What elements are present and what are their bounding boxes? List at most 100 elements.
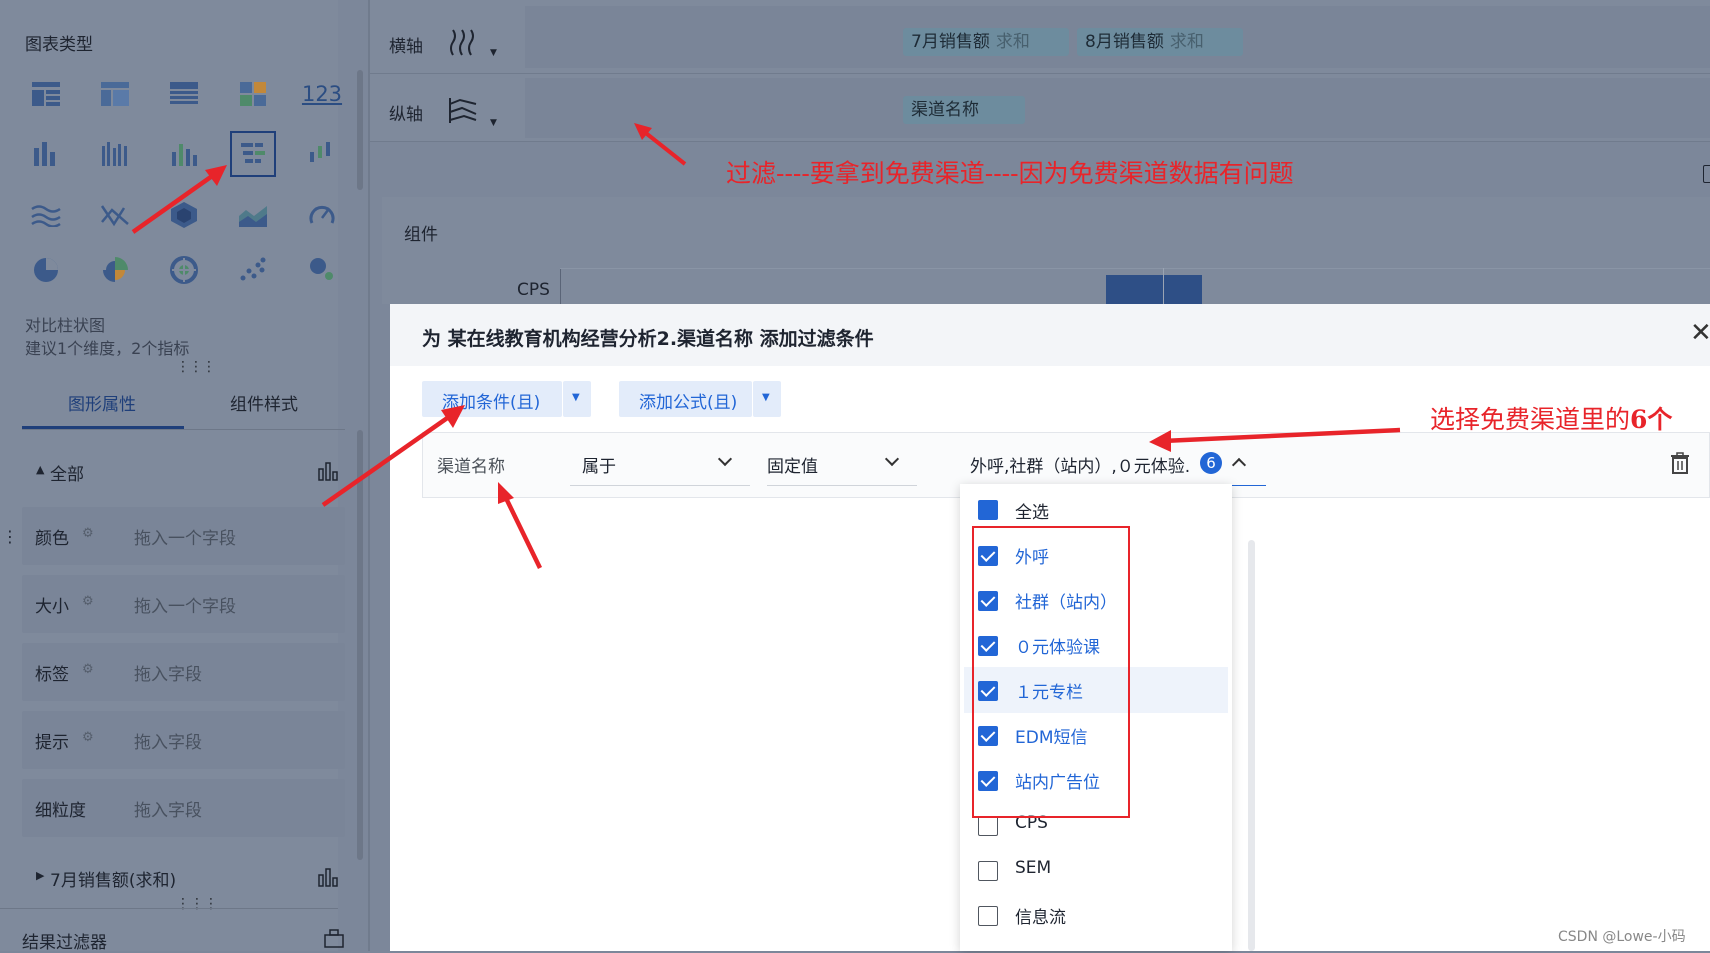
chevron-down-icon bbox=[884, 451, 900, 467]
value-type-select[interactable]: 固定值 bbox=[767, 442, 917, 486]
chart-name: 对比柱状图 bbox=[25, 316, 106, 335]
field-placeholder: 拖入字段 bbox=[134, 733, 202, 753]
chart-gridline bbox=[560, 268, 1710, 269]
caret-icon[interactable]: ▲ bbox=[36, 463, 44, 476]
x-axis-icon[interactable] bbox=[448, 28, 478, 63]
all-section-title[interactable]: 全部 bbox=[50, 460, 84, 485]
field-label-tag[interactable]: 标签 ⚙ 拖入字段 bbox=[22, 643, 345, 701]
chart-bar-august[interactable] bbox=[1164, 275, 1202, 304]
field-tooltip[interactable]: 提示 ⚙ 拖入字段 bbox=[22, 711, 345, 769]
option-label[interactable]: SEM bbox=[1015, 858, 1051, 878]
field-granularity[interactable]: 细粒度 拖入字段 bbox=[22, 779, 345, 837]
y-axis-icon[interactable] bbox=[448, 96, 478, 131]
range-bar-icon[interactable] bbox=[302, 134, 342, 174]
option-checkbox[interactable] bbox=[978, 906, 998, 926]
chevron-down-icon bbox=[717, 451, 733, 467]
left-panel: 图表类型 123 对比柱状图 建议1个维度，2个指标 ⋮⋮⋮ 图形属性 组件样式… bbox=[0, 0, 363, 953]
dropdown-scrollbar[interactable] bbox=[1248, 540, 1255, 951]
left-scrollbar[interactable] bbox=[357, 70, 363, 190]
annotation-arrow-chart-type bbox=[131, 165, 227, 234]
pill-name: 7月销售额 bbox=[911, 32, 990, 52]
watermark: CSDN @Lowe-小码 bbox=[1558, 929, 1686, 945]
cross-table-icon[interactable] bbox=[95, 74, 135, 114]
field-label: 大小 bbox=[35, 597, 69, 617]
rose-chart-icon[interactable] bbox=[95, 250, 135, 290]
left-dots[interactable]: ⋮ bbox=[2, 527, 18, 546]
x-pill-july[interactable]: 7月销售额 求和 bbox=[903, 28, 1069, 56]
close-icon[interactable]: ✕ bbox=[1690, 318, 1710, 348]
y-pill-channel[interactable]: 渠道名称 bbox=[903, 96, 1025, 124]
add-formula-dropdown[interactable]: ▼ bbox=[753, 381, 781, 417]
caret-down-icon: ▼ bbox=[762, 392, 770, 403]
scatter-icon[interactable] bbox=[233, 250, 273, 290]
y-pill-area bbox=[525, 78, 1710, 138]
pie-chart-icon[interactable] bbox=[26, 250, 66, 290]
line-chart-icon[interactable] bbox=[26, 195, 66, 235]
y-axis-dropdown-icon[interactable]: ▼ bbox=[490, 118, 497, 128]
caret-down-icon: ▼ bbox=[572, 392, 580, 403]
field-label: 标签 bbox=[35, 665, 69, 685]
stacked-bar-icon[interactable] bbox=[26, 134, 66, 174]
series-section-title[interactable]: 7月销售额(求和) bbox=[50, 866, 176, 891]
annotation-select-count: 6个 bbox=[1630, 405, 1673, 434]
gear-icon[interactable]: ⚙ bbox=[82, 594, 94, 609]
x-axis-label: 横轴 bbox=[389, 37, 423, 57]
chart-type-title: 图表类型 bbox=[25, 35, 93, 55]
drag-handle[interactable]: ⋮⋮⋮ bbox=[176, 359, 216, 375]
y-axis-row: 纵轴 ▼ 渠道名称 bbox=[370, 74, 1710, 142]
result-filter-title: 结果过滤器 bbox=[22, 933, 107, 953]
pill-name: 8月销售额 bbox=[1085, 32, 1164, 52]
gear-icon[interactable]: ⚙ bbox=[82, 662, 94, 677]
tab-divider bbox=[22, 429, 345, 430]
x-axis-dropdown-icon[interactable]: ▼ bbox=[490, 48, 497, 58]
series-caret-icon[interactable]: ▶ bbox=[36, 869, 44, 882]
canvas-inner bbox=[382, 197, 1710, 304]
table-icon[interactable] bbox=[26, 74, 66, 114]
area-chart-icon[interactable] bbox=[233, 195, 273, 235]
tab-component-style[interactable]: 组件样式 bbox=[230, 390, 298, 415]
gauge-icon[interactable] bbox=[302, 195, 342, 235]
annotation-arrow-select bbox=[1149, 427, 1401, 452]
filter-box-icon[interactable] bbox=[323, 928, 345, 953]
y-axis-label: 纵轴 bbox=[389, 105, 423, 125]
field-size[interactable]: 大小 ⚙ 拖入一个字段 bbox=[22, 575, 345, 633]
chart-hint: 建议1个维度，2个指标 bbox=[25, 339, 190, 358]
annotation-select-note: 选择免费渠道里的6个 bbox=[1430, 400, 1672, 436]
sunburst-icon[interactable] bbox=[164, 250, 204, 290]
chart-bar-july[interactable] bbox=[1106, 275, 1164, 304]
gear-icon[interactable]: ⚙ bbox=[82, 730, 94, 745]
trash-icon[interactable] bbox=[1670, 452, 1690, 479]
option-checkbox[interactable] bbox=[978, 861, 998, 881]
chart-y-tick-cps: CPS bbox=[517, 280, 550, 300]
kpi-number-icon[interactable]: 123 bbox=[302, 74, 342, 114]
field-color[interactable]: 颜色 ⚙ 拖入一个字段 bbox=[22, 507, 345, 565]
compare-bar-icon[interactable] bbox=[230, 131, 276, 177]
operator-select[interactable]: 属于 bbox=[570, 442, 750, 486]
checkbox-corner[interactable] bbox=[1703, 165, 1710, 183]
tab-graph-properties[interactable]: 图形属性 bbox=[68, 390, 136, 415]
gear-icon[interactable]: ⚙ bbox=[82, 526, 94, 541]
pill-name: 渠道名称 bbox=[911, 100, 979, 120]
pill-agg: 求和 bbox=[995, 32, 1030, 52]
detail-table-icon[interactable] bbox=[164, 74, 204, 114]
operator-value: 属于 bbox=[582, 457, 616, 477]
x-pill-august[interactable]: 8月销售额 求和 bbox=[1077, 28, 1243, 56]
section-divider bbox=[0, 908, 338, 909]
field-placeholder: 拖入字段 bbox=[134, 665, 202, 685]
annotation-filter-note: 过滤----要拿到免费渠道----因为免费渠道数据有问题 bbox=[726, 159, 1294, 188]
annotation-arrow-field bbox=[498, 482, 543, 569]
field-label: 提示 bbox=[35, 733, 69, 753]
add-formula-button[interactable]: 添加公式(且) bbox=[619, 381, 752, 417]
annotation-highlight-box bbox=[972, 526, 1130, 818]
add-condition-dropdown[interactable]: ▼ bbox=[563, 381, 591, 417]
chevron-up-icon[interactable] bbox=[1231, 457, 1247, 473]
x-axis-row: 横轴 ▼ 7月销售额 求和 8月销售额 求和 bbox=[370, 0, 1710, 74]
drag-handle[interactable]: ⋮⋮⋮ bbox=[176, 896, 218, 912]
field-placeholder: 拖入字段 bbox=[134, 801, 202, 821]
select-all-label[interactable]: 全选 bbox=[1015, 498, 1049, 523]
bar-chart-small-icon[interactable] bbox=[318, 867, 338, 892]
option-label[interactable]: 信息流 bbox=[1015, 903, 1066, 928]
bubble-icon[interactable] bbox=[302, 250, 342, 290]
card-icon[interactable] bbox=[233, 74, 273, 114]
option-checkbox[interactable] bbox=[978, 816, 998, 836]
